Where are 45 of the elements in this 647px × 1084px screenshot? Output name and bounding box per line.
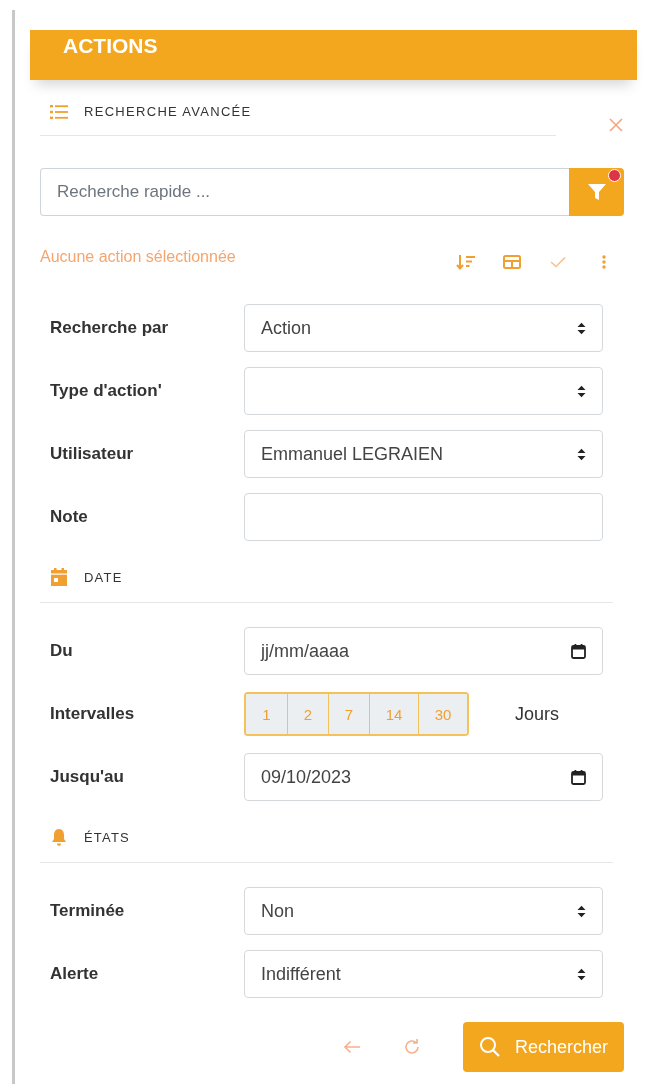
filter-button[interactable]	[569, 168, 624, 216]
select-field[interactable]: Emmanuel LEGRAIEN	[244, 430, 603, 478]
bell-icon	[50, 828, 68, 846]
sort-icon	[456, 254, 476, 270]
select-field[interactable]: Non	[244, 887, 603, 935]
caret-icon	[577, 321, 586, 335]
close-button[interactable]	[609, 118, 623, 132]
date-field[interactable]: jj/mm/aaaa	[244, 627, 603, 675]
field-label: Terminée	[49, 900, 126, 921]
quick-search-field[interactable]: Recherche rapide ...	[40, 168, 569, 216]
calendar-icon	[571, 769, 586, 785]
calendar-icon	[571, 643, 586, 659]
field-label: Type d'action'	[49, 380, 163, 401]
search-icon	[478, 1036, 501, 1058]
caret-icon	[577, 384, 586, 398]
field-label: Utilisateur	[49, 443, 135, 464]
filter-icon	[586, 183, 607, 201]
date-field[interactable]: 09/10/2023	[244, 753, 603, 801]
more-icon	[602, 255, 606, 269]
field-label: Jusqu'au	[49, 766, 125, 787]
section-title: ÉTATS	[84, 829, 130, 845]
refresh-icon	[402, 1038, 421, 1056]
check-icon	[550, 256, 566, 268]
caret-icon	[577, 447, 586, 461]
text-field[interactable]	[244, 493, 603, 541]
field-label: Du	[49, 640, 74, 661]
caret-icon	[577, 904, 586, 918]
advanced-search-title: RECHERCHE AVANCÉE	[84, 104, 252, 119]
section-title: DATE	[84, 569, 123, 585]
selection-status: Aucune action sélectionnée	[40, 248, 236, 266]
select-field[interactable]	[244, 367, 603, 415]
panel-title: ACTIONS	[63, 34, 158, 58]
interval-unit: Jours	[515, 703, 559, 725]
table-icon	[503, 255, 521, 269]
field-label: Recherche par	[49, 317, 170, 338]
select-field[interactable]: Indifférent	[244, 950, 603, 998]
caret-icon	[577, 967, 586, 981]
field-label: Intervalles	[49, 703, 136, 724]
calendar-icon	[50, 568, 68, 586]
select-field[interactable]: Action	[244, 304, 603, 352]
field-label: Note	[49, 506, 89, 527]
list-icon	[50, 104, 68, 119]
close-icon	[609, 118, 623, 132]
field-label: Alerte	[49, 963, 100, 984]
back-arrow-icon	[342, 1040, 361, 1054]
